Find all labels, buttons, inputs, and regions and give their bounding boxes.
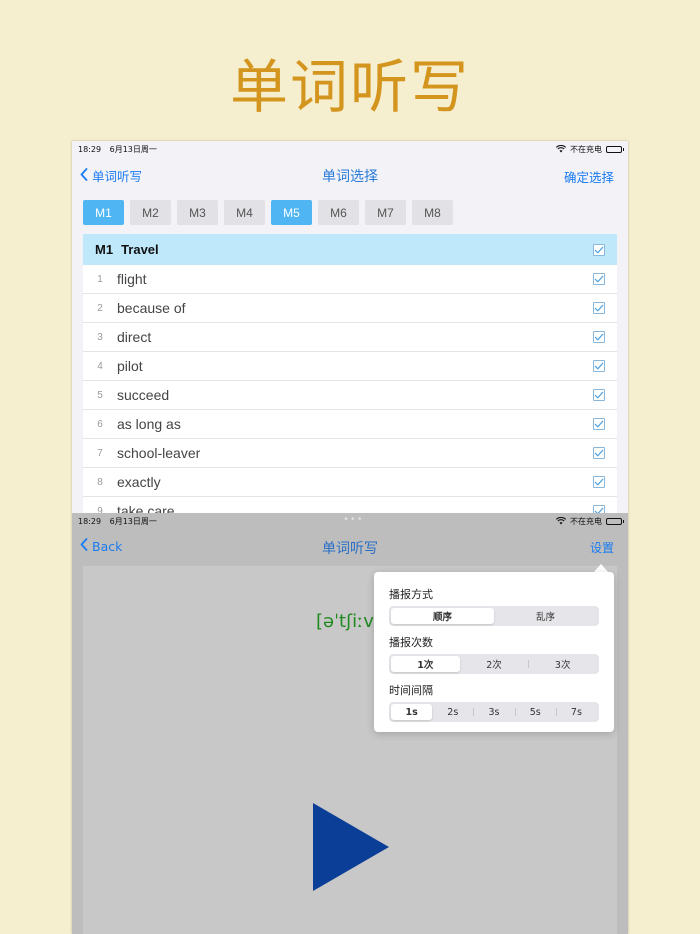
battery-icon [606,517,624,525]
tab-m5[interactable]: M5 [271,200,312,225]
list-item[interactable]: 2 because of [83,294,617,323]
confirm-selection-button[interactable]: 确定选择 [564,167,614,186]
back-label: Back [92,538,123,554]
word-text: direct [117,329,152,345]
list-item[interactable]: 6 as long as [83,410,617,439]
back-button[interactable]: Back [80,538,122,554]
word-number: 1 [97,273,103,285]
status-date: 6月13日周一 [109,516,157,526]
word-text: flight [117,271,147,287]
back-button[interactable]: 单词听写 [80,166,142,185]
word-number: 5 [97,389,103,401]
settings-button[interactable]: 设置 [590,539,614,556]
word-number: 3 [97,331,103,343]
charging-status: 不在充电 [570,144,602,154]
hero-title: 单词听写 [229,53,470,121]
tab-m3[interactable]: M3 [177,200,218,225]
status-date: 6月13日周一 [109,144,157,154]
page-title: 单词选择 [322,169,378,185]
list-item[interactable]: 4 pilot [83,352,617,381]
settings-popover: 播报方式 顺序 乱序 播报次数 1次 2次 3次 时间间隔 1s 2s 3s 5… [374,572,614,732]
play-mode-segmented: 顺序 乱序 [389,606,599,626]
play-count-label: 播报次数 [389,636,433,649]
interval-option[interactable]: 2s [432,704,473,720]
wifi-icon [556,517,566,525]
tab-m2[interactable]: M2 [130,200,171,225]
list-item[interactable]: 1 flight [83,265,617,294]
word-list: M1 Travel 1 flight 2 because of 3 direct… [83,234,617,526]
nav-bar: Back 单词听写 设置 [72,529,628,565]
list-item[interactable]: 3 direct [83,323,617,352]
status-time: 18:29 [78,516,102,526]
word-checkbox[interactable] [593,360,605,372]
wifi-icon [556,145,566,153]
word-checkbox[interactable] [593,447,605,459]
word-number: 6 [97,418,103,430]
charging-status: 不在充电 [570,516,602,526]
play-count-segmented: 1次 2次 3次 [389,654,599,674]
word-text: exactly [117,474,161,490]
play-mode-label: 播报方式 [389,588,433,601]
section-checkbox[interactable] [593,243,605,256]
tab-m4[interactable]: M4 [224,200,265,225]
word-text: succeed [117,387,170,403]
word-text: because of [117,300,186,316]
list-item[interactable]: 8 exactly [83,468,617,497]
page-title: 单词听写 [322,541,378,557]
section-header[interactable]: M1 Travel [83,234,617,265]
interval-option[interactable]: 5s [514,704,556,720]
word-checkbox[interactable] [593,418,605,430]
word-checkbox[interactable] [593,389,605,401]
tab-m1[interactable]: M1 [83,200,124,225]
play-mode-option[interactable]: 顺序 [391,608,494,624]
play-mode-option[interactable]: 乱序 [494,608,597,624]
list-item[interactable]: 7 school-leaver [83,439,617,468]
word-checkbox[interactable] [593,273,605,285]
back-label: 单词听写 [92,169,143,184]
device-frame: 18:29 6月13日周一 不在充电 单词听写 单词选择 确定选择 M1 M2 … [72,141,628,934]
word-text: school-leaver [117,445,201,461]
tab-m8[interactable]: M8 [412,200,453,225]
section-id: M1 [95,242,114,257]
word-text: as long as [117,416,181,432]
interval-label: 时间间隔 [389,684,433,697]
interval-option[interactable]: 1s [391,704,433,720]
word-checkbox[interactable] [593,331,605,343]
tab-m7[interactable]: M7 [365,200,406,225]
section-title: Travel [121,242,159,257]
chevron-left-icon [80,538,88,554]
play-count-option[interactable]: 1次 [391,656,460,672]
chevron-left-icon [80,167,88,184]
play-count-option[interactable]: 3次 [528,656,597,672]
word-checkbox[interactable] [593,476,605,488]
battery-icon [606,145,624,153]
word-number: 2 [97,302,103,314]
phonetic-text: [əˈtʃiːv [316,611,374,632]
status-bar: 18:29 6月13日周一 不在充电 [72,141,628,157]
play-icon [313,803,389,891]
word-number: 7 [97,447,103,459]
play-count-option[interactable]: 2次 [460,656,529,672]
tab-m6[interactable]: M6 [318,200,359,225]
split-view-grip[interactable]: ••• [343,515,364,525]
word-checkbox[interactable] [593,302,605,314]
word-number: 4 [97,360,103,372]
list-item[interactable]: 5 succeed [83,381,617,410]
interval-segmented: 1s 2s 3s 5s 7s [389,702,599,722]
play-button[interactable] [313,803,389,895]
status-time: 18:29 [78,144,102,154]
dictation-screen: 18:29 6月13日周一 不在充电 Back 单词听写 设置 [əˈtʃiːv… [72,513,628,934]
nav-bar: 单词听写 单词选择 确定选择 [72,157,628,193]
interval-option[interactable]: 3s [473,704,514,720]
module-tabs: M1 M2 M3 M4 M5 M6 M7 M8 [83,200,453,225]
interval-option[interactable]: 7s [555,704,597,720]
word-number: 8 [97,476,103,488]
word-selection-screen: 18:29 6月13日周一 不在充电 单词听写 单词选择 确定选择 M1 M2 … [72,141,628,526]
word-text: pilot [117,358,143,374]
